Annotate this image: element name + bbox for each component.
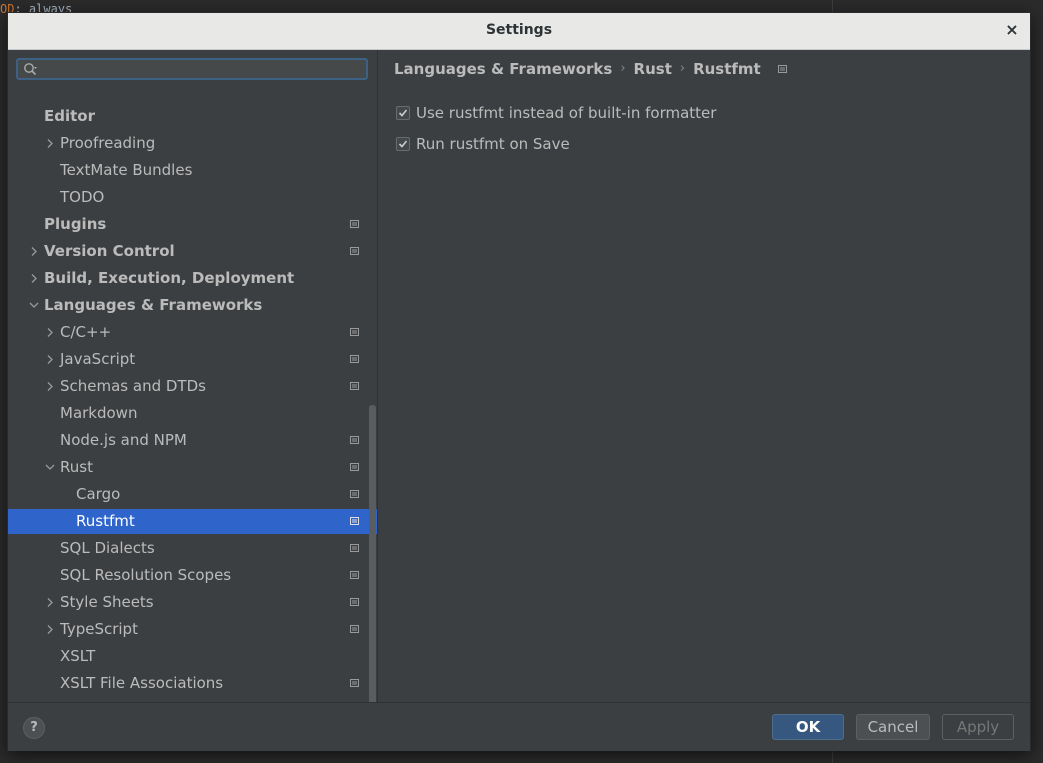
tree-item-label: JavaScript xyxy=(60,350,136,368)
chevron-right-icon[interactable] xyxy=(44,617,56,642)
tree-item-label: TypeScript xyxy=(60,620,138,638)
tree-item-rustfmt[interactable]: Rustfmt xyxy=(8,509,377,534)
tree-item-label: Build, Execution, Deployment xyxy=(44,269,295,287)
apply-button[interactable]: Apply xyxy=(942,714,1014,740)
project-level-icon xyxy=(350,544,359,552)
breadcrumb-separator: › xyxy=(679,60,686,76)
project-level-icon xyxy=(350,571,359,579)
checkmark-icon xyxy=(398,109,408,117)
tree-item-label: Node.js and NPM xyxy=(60,431,187,449)
project-level-icon xyxy=(350,679,359,687)
chevron-down-icon[interactable] xyxy=(28,293,40,318)
tree-item-todo[interactable]: TODO xyxy=(8,185,377,210)
chevron-down-icon[interactable] xyxy=(44,455,56,480)
tree-item-markdown[interactable]: Markdown xyxy=(8,401,377,426)
project-level-icon xyxy=(350,328,359,336)
tree-item-label: Rust xyxy=(60,458,93,476)
ok-button[interactable]: OK xyxy=(772,714,844,740)
tree-item-languages-frameworks[interactable]: Languages & Frameworks xyxy=(8,293,377,318)
tree-item-textmate-bundles[interactable]: TextMate Bundles xyxy=(8,158,377,183)
tree-item-plugins[interactable]: Plugins xyxy=(8,212,377,237)
dialog-footer: ? OK Cancel Apply xyxy=(8,702,1030,751)
tree-item-xslt-file-associations[interactable]: XSLT File Associations xyxy=(8,671,377,696)
dialog-title: Settings xyxy=(485,22,553,38)
project-level-icon xyxy=(350,517,359,525)
tree-item-label: Version Control xyxy=(44,242,175,260)
chevron-right-icon[interactable] xyxy=(28,266,40,291)
breadcrumb-item: Rust xyxy=(633,59,672,78)
tree-item-c-c[interactable]: C/C++ xyxy=(8,320,377,345)
tree-item-label: XSLT File Associations xyxy=(60,674,224,692)
tree-item-sql-dialects[interactable]: SQL Dialects xyxy=(8,536,377,561)
project-level-icon xyxy=(777,64,787,73)
tree-item-schemas-and-dtds[interactable]: Schemas and DTDs xyxy=(8,374,377,399)
tree-item-build-execution-deployment[interactable]: Build, Execution, Deployment xyxy=(8,266,377,291)
tree-item-style-sheets[interactable]: Style Sheets xyxy=(8,590,377,615)
breadcrumb-separator: › xyxy=(620,60,626,76)
chevron-right-icon[interactable] xyxy=(44,590,56,615)
tree-item-label: SQL Resolution Scopes xyxy=(60,566,232,584)
tree-item-label: Markdown xyxy=(60,404,138,422)
tree-item-label: Cargo xyxy=(76,485,121,503)
tree-item-label: Editor xyxy=(44,107,95,125)
close-button[interactable]: × xyxy=(1002,20,1022,40)
tree-item-label: Plugins xyxy=(44,215,107,233)
checkmark-icon xyxy=(398,140,408,148)
search-field[interactable] xyxy=(16,58,368,80)
tree-item-label: TODO xyxy=(60,188,105,206)
project-level-icon xyxy=(350,355,359,363)
chevron-right-icon[interactable] xyxy=(44,374,56,399)
tree-item-label: C/C++ xyxy=(60,323,112,341)
use-rustfmt-label: Use rustfmt instead of built-in formatte… xyxy=(416,104,717,122)
settings-dialog: Settings × Editor Proofreading TextMate Bu… xyxy=(7,12,1031,751)
tree-item-cargo[interactable]: Cargo xyxy=(8,482,377,507)
chevron-right-icon[interactable] xyxy=(44,320,56,345)
tree-item-label: TextMate Bundles xyxy=(60,161,193,179)
close-icon: × xyxy=(1005,20,1019,39)
project-level-icon xyxy=(350,247,359,255)
tree-item-label: Proofreading xyxy=(60,134,156,152)
tree-item-label: Languages & Frameworks xyxy=(44,296,263,314)
tree-scrollbar[interactable] xyxy=(369,405,376,702)
breadcrumb-item: Rustfmt xyxy=(693,59,761,78)
tree-item-label: XSLT xyxy=(60,647,96,665)
tree-item-label: Schemas and DTDs xyxy=(60,377,206,395)
chevron-right-icon[interactable] xyxy=(44,131,56,156)
tree-item-typescript[interactable]: TypeScript xyxy=(8,617,377,642)
project-level-icon xyxy=(350,625,359,633)
chevron-right-icon[interactable] xyxy=(44,347,56,372)
tree-item-label: Style Sheets xyxy=(60,593,154,611)
search-icon xyxy=(24,63,37,76)
search-input[interactable] xyxy=(44,61,368,79)
tree-item-label: Rustfmt xyxy=(76,512,135,530)
cancel-button[interactable]: Cancel xyxy=(856,714,930,740)
settings-content-panel: Languages & Frameworks › Rust › Rustfmt Use … xyxy=(378,50,1030,702)
settings-tree-panel: Editor Proofreading TextMate Bundles TODO Pl… xyxy=(8,50,377,702)
project-level-icon xyxy=(350,220,359,228)
use-rustfmt-checkbox[interactable] xyxy=(396,106,410,120)
dialog-titlebar[interactable]: Settings × xyxy=(8,13,1030,50)
tree-item-sql-resolution-scopes[interactable]: SQL Resolution Scopes xyxy=(8,563,377,588)
project-level-icon xyxy=(350,598,359,606)
tree-item-version-control[interactable]: Version Control xyxy=(8,239,377,264)
tree-item-editor[interactable]: Editor xyxy=(8,104,377,129)
project-level-icon xyxy=(350,463,359,471)
tree-item-node-js-and-npm[interactable]: Node.js and NPM xyxy=(8,428,377,453)
tree-item-rust[interactable]: Rust xyxy=(8,455,377,480)
tree-item-label: SQL Dialects xyxy=(60,539,155,557)
run-rustfmt-on-save-label: Run rustfmt on Save xyxy=(416,135,570,153)
tree-item-javascript[interactable]: JavaScript xyxy=(8,347,377,372)
project-level-icon xyxy=(350,436,359,444)
project-level-icon xyxy=(350,490,359,498)
breadcrumb: Languages & Frameworks › Rust › Rustfmt xyxy=(394,58,787,78)
breadcrumb-item: Languages & Frameworks xyxy=(394,59,613,78)
run-rustfmt-on-save-checkbox[interactable] xyxy=(396,137,410,151)
tree-item-xslt[interactable]: XSLT xyxy=(8,644,377,669)
project-level-icon xyxy=(350,382,359,390)
chevron-right-icon[interactable] xyxy=(28,239,40,264)
help-button[interactable]: ? xyxy=(23,717,45,739)
tree-item-proofreading[interactable]: Proofreading xyxy=(8,131,377,156)
